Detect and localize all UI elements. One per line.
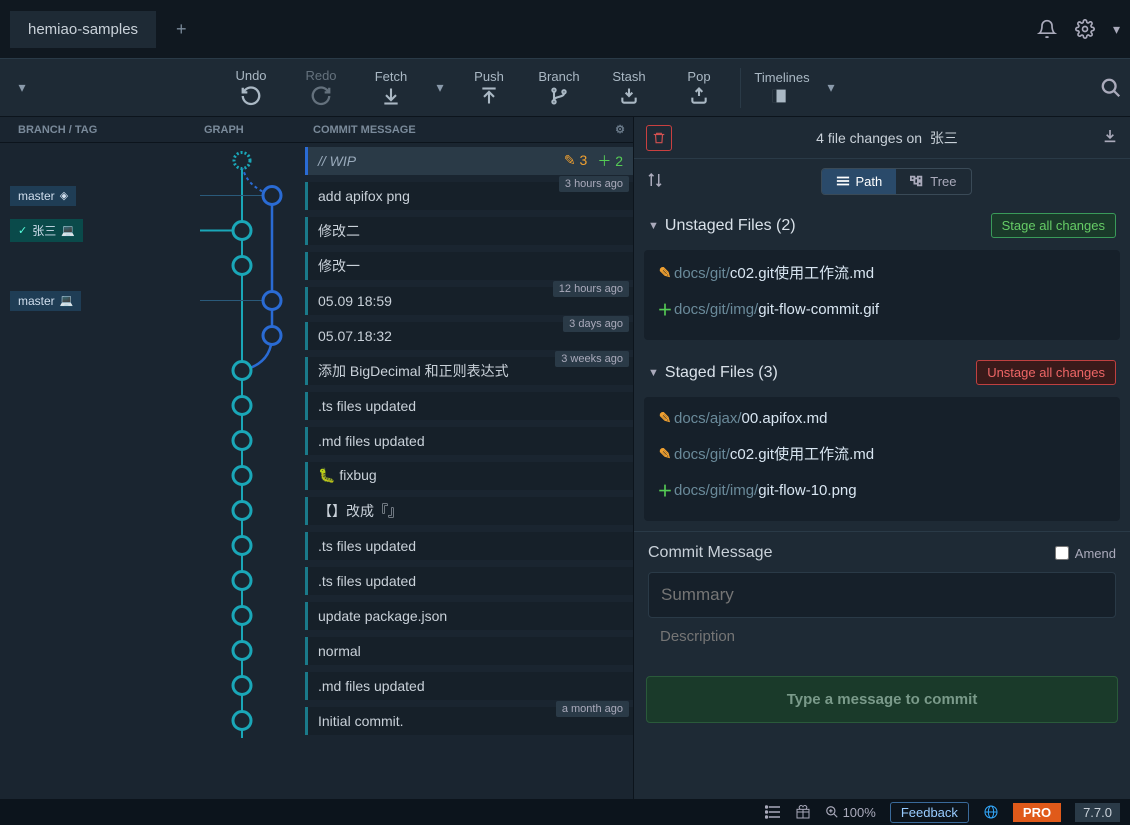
zoom-level[interactable]: 100% [825,805,876,820]
commit-row[interactable]: normal [305,637,633,665]
toolbar: ▾ Undo Redo Fetch ▾ Push Branch Stash Po… [0,59,1130,117]
feedback-button[interactable]: Feedback [890,802,969,823]
staged-collapse-icon[interactable]: ▼ [648,367,659,379]
sort-icon[interactable] [646,171,664,192]
bell-icon[interactable] [1037,19,1057,39]
added-icon: ＋ [656,299,674,320]
commit-row[interactable]: .md files updated [305,672,633,700]
commit-row[interactable]: 【】改成『』 [305,497,633,525]
search-icon[interactable] [1100,77,1122,99]
gear-icon[interactable] [1075,19,1095,39]
commit-row[interactable]: 修改一 [305,252,633,280]
commit-row[interactable]: .ts files updated [305,532,633,560]
fetch-dropdown[interactable]: ▾ [426,79,454,96]
stash-button[interactable]: Stash [594,69,664,106]
toolbar-dropdown[interactable]: ▾ [8,79,36,96]
tree-view-button[interactable]: Tree [896,169,970,194]
gift-icon[interactable] [795,804,811,820]
commit-row[interactable]: update package.json [305,602,633,630]
redo-button[interactable]: Redo [286,68,356,107]
download-icon[interactable] [1102,128,1118,147]
unstaged-collapse-icon[interactable]: ▼ [648,220,659,232]
description-input[interactable] [648,624,1116,655]
add-tab-button[interactable]: + [176,19,187,40]
unstage-all-button[interactable]: Unstage all changes [976,360,1116,385]
commit-row[interactable]: .ts files updated [305,567,633,595]
branch-button[interactable]: Branch [524,69,594,106]
branch-header: BRANCH / TAG [0,124,200,136]
time-badge: 3 days ago [563,316,629,332]
graph-header: GRAPH [200,124,305,136]
summary-input[interactable] [648,572,1116,618]
commit-row[interactable]: 🐛 fixbug [305,462,633,490]
time-badge: a month ago [556,701,629,717]
discard-button[interactable] [646,125,672,151]
chevron-down-icon[interactable]: ▾ [1113,21,1120,38]
amend-checkbox[interactable]: Amend [1055,546,1116,561]
path-view-button[interactable]: Path [822,169,897,194]
commit-row[interactable]: .md files updated [305,427,633,455]
staged-title: Staged Files (3) [665,364,778,382]
fetch-button[interactable]: Fetch [356,69,426,106]
commit-row[interactable]: 3 days ago05.07.18:32 [305,322,633,350]
commit-message-label: Commit Message [648,544,772,562]
unstaged-title: Unstaged Files (2) [665,217,796,235]
globe-icon[interactable] [983,804,999,820]
file-row[interactable]: ✎ docs/ajax/00.apifox.md [644,401,1120,435]
branch-pill[interactable]: master ◈ [10,186,76,206]
modified-icon: ✎ [656,445,674,463]
pro-badge: PRO [1013,803,1061,822]
list-icon[interactable] [765,805,781,819]
modified-icon: ✎ [656,264,674,282]
file-row[interactable]: ＋ docs/git/img/git-flow-commit.gif [644,291,1120,328]
commit-row[interactable]: 12 hours ago05.09 18:59 [305,287,633,315]
changes-summary: 4 file changes on 张三 [684,128,1090,148]
repo-tab[interactable]: hemiao-samples [10,11,156,48]
add-count: ＋ 2 [597,151,623,171]
push-button[interactable]: Push [454,69,524,106]
time-badge: 3 hours ago [559,176,629,192]
undo-button[interactable]: Undo [216,68,286,107]
column-gear-icon[interactable]: ⚙ [615,123,625,136]
time-badge: 12 hours ago [553,281,629,297]
commit-row[interactable]: 3 weeks ago添加 BigDecimal 和正则表达式 [305,357,633,385]
branch-pill[interactable]: master 💻 [10,291,81,311]
commit-row[interactable]: .ts files updated [305,392,633,420]
pop-button[interactable]: Pop [664,69,734,106]
branch-pill[interactable]: 张三 💻 [10,219,83,242]
stage-all-button[interactable]: Stage all changes [991,213,1116,238]
timelines-button[interactable]: Timelines [747,70,817,105]
file-row[interactable]: ＋ docs/git/img/git-flow-10.png [644,472,1120,509]
time-badge: 3 weeks ago [555,351,629,367]
modified-icon: ✎ [656,409,674,427]
commit-row[interactable]: 3 hours agoadd apifox png [305,182,633,210]
commit-row[interactable]: a month agoInitial commit. [305,707,633,735]
commit-row[interactable]: 修改二 [305,217,633,245]
file-row[interactable]: ✎ docs/git/c02.git使用工作流.md [644,435,1120,472]
edit-count: ✎ 3 [564,152,587,169]
version-label: 7.7.0 [1075,803,1120,822]
timelines-dropdown[interactable]: ▾ [817,79,845,96]
commit-wip[interactable]: // WIP ✎ 3 ＋ 2 [305,147,633,175]
commit-button[interactable]: Type a message to commit [646,676,1118,723]
tab-bar: hemiao-samples + ▾ [0,0,1130,59]
added-icon: ＋ [656,480,674,501]
commit-header: COMMIT MESSAGE⚙ [305,123,633,136]
file-row[interactable]: ✎ docs/git/c02.git使用工作流.md [644,254,1120,291]
